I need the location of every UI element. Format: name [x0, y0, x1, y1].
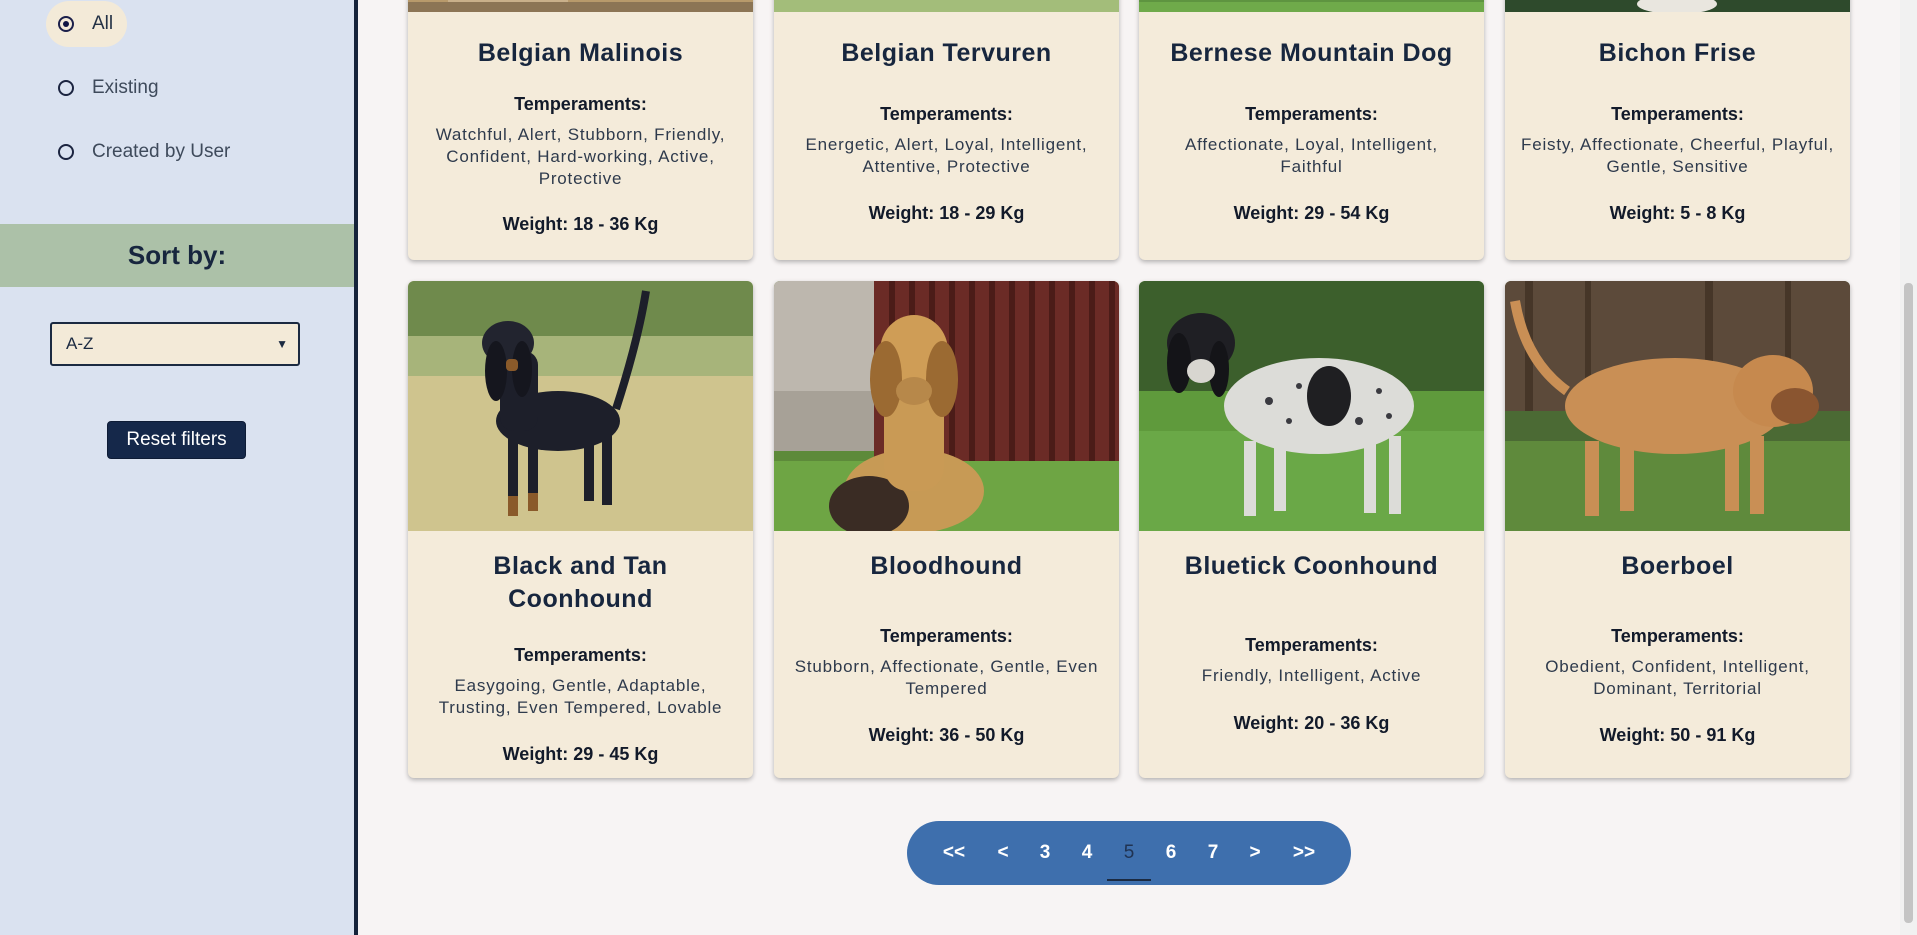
dog-card[interactable]: Belgian Malinois Temperaments: Watchful,… [408, 0, 753, 260]
dog-name: Boerboel [1621, 552, 1734, 580]
dog-card[interactable]: Boerboel Temperaments: Obedient, Confide… [1505, 281, 1850, 778]
temperaments-label: Temperaments: [880, 104, 1013, 124]
temperaments-label: Temperaments: [1611, 104, 1744, 124]
filter-label: All [92, 13, 114, 34]
radio-icon [58, 144, 74, 160]
last-page-button[interactable]: >> [1276, 821, 1332, 885]
sort-by-title: Sort by: [127, 240, 227, 270]
dog-photo [408, 0, 753, 12]
page-6-button[interactable]: 6 [1150, 821, 1192, 885]
first-page-button[interactable]: << [926, 821, 982, 885]
temperaments-list: Stubborn, Affectionate, Gentle, Even Tem… [794, 657, 1099, 698]
dog-photo [774, 0, 1119, 12]
dog-card[interactable]: Bluetick Coonhound Temperaments: Friendl… [1139, 281, 1484, 778]
dog-photo [774, 281, 1119, 531]
dog-name: Black and Tan Coonhound [493, 552, 668, 613]
temperaments-label: Temperaments: [880, 626, 1013, 646]
dog-weight: Weight: 18 - 29 Kg [868, 203, 1025, 223]
filter-label: Existing [92, 77, 159, 98]
temperaments-label: Temperaments: [1611, 626, 1744, 646]
dog-weight: Weight: 5 - 8 Kg [1609, 203, 1746, 223]
temperaments-label: Temperaments: [514, 645, 647, 665]
page-5-button[interactable]: 5 [1107, 821, 1151, 885]
dog-weight: Weight: 20 - 36 Kg [1233, 713, 1390, 733]
page-scrollbar-thumb[interactable] [1904, 283, 1913, 923]
temperaments-label: Temperaments: [514, 94, 647, 114]
filter-sidebar: All Existing Created by User Sort by: A-… [0, 0, 358, 935]
temperaments-list: Friendly, Intelligent, Active [1201, 666, 1422, 685]
dog-weight: Weight: 29 - 54 Kg [1233, 203, 1390, 223]
radio-icon [58, 80, 74, 96]
filter-radio-all[interactable]: All [46, 1, 128, 47]
temperaments-list: Watchful, Alert, Stubborn, Friendly, Con… [435, 125, 726, 188]
dog-photo [408, 281, 753, 531]
dog-name: Belgian Malinois [477, 39, 684, 67]
reset-filters-button[interactable]: Reset filters [107, 421, 246, 459]
next-page-button[interactable]: > [1234, 821, 1276, 885]
chevron-down-icon: ▼ [276, 337, 288, 351]
dog-card[interactable]: Belgian Tervuren Temperaments: Energetic… [774, 0, 1119, 260]
page-4-button[interactable]: 4 [1066, 821, 1108, 885]
dog-photo [1139, 0, 1484, 12]
dog-card[interactable]: Bernese Mountain Dog Temperaments: Affec… [1139, 0, 1484, 260]
dog-name: Bloodhound [870, 552, 1023, 580]
dog-card[interactable]: Bloodhound Temperaments: Stubborn, Affec… [774, 281, 1119, 778]
temperaments-label: Temperaments: [1245, 635, 1378, 655]
prev-page-button[interactable]: < [982, 821, 1024, 885]
dog-name: Belgian Tervuren [841, 39, 1052, 67]
dog-weight: Weight: 29 - 45 Kg [502, 744, 659, 764]
page-7-button[interactable]: 7 [1192, 821, 1234, 885]
radio-selected-icon [58, 16, 74, 32]
temperaments-list: Energetic, Alert, Loyal, Intelligent, At… [805, 135, 1088, 176]
dog-photo [1139, 281, 1484, 531]
sort-selected-value: A-Z [66, 334, 94, 353]
dog-name: Bluetick Coonhound [1184, 552, 1439, 580]
filter-radio-existing[interactable]: Existing [46, 65, 173, 111]
dog-photo [1505, 0, 1850, 12]
reset-filters-label: Reset filters [126, 429, 227, 450]
dog-card[interactable]: Black and Tan Coonhound Temperaments: Ea… [408, 281, 753, 778]
dog-weight: Weight: 36 - 50 Kg [868, 725, 1025, 745]
page-3-button[interactable]: 3 [1024, 821, 1066, 885]
dog-photo [1505, 281, 1850, 531]
temperaments-list: Affectionate, Loyal, Intelligent, Faithf… [1185, 135, 1438, 176]
dog-weight: Weight: 50 - 91 Kg [1599, 725, 1756, 745]
dog-card[interactable]: Bichon Frise Temperaments: Feisty, Affec… [1505, 0, 1850, 260]
dog-name: Bichon Frise [1598, 39, 1757, 67]
temperaments-label: Temperaments: [1245, 104, 1378, 124]
temperaments-list: Feisty, Affectionate, Cheerful, Playful,… [1521, 135, 1834, 176]
sort-select[interactable]: A-Z ▼ [50, 322, 300, 366]
dog-weight: Weight: 18 - 36 Kg [502, 214, 659, 234]
temperaments-list: Easygoing, Gentle, Adaptable, Trusting, … [438, 676, 723, 717]
sort-by-heading: Sort by: [0, 224, 354, 287]
filter-label: Created by User [92, 141, 231, 162]
dog-name: Bernese Mountain Dog [1170, 39, 1453, 67]
pagination: << < 3 4 5 6 7 > >> [907, 821, 1351, 885]
temperaments-list: Obedient, Confident, Intelligent, Domina… [1545, 657, 1810, 698]
filter-radio-created-by-user[interactable]: Created by User [46, 129, 244, 175]
